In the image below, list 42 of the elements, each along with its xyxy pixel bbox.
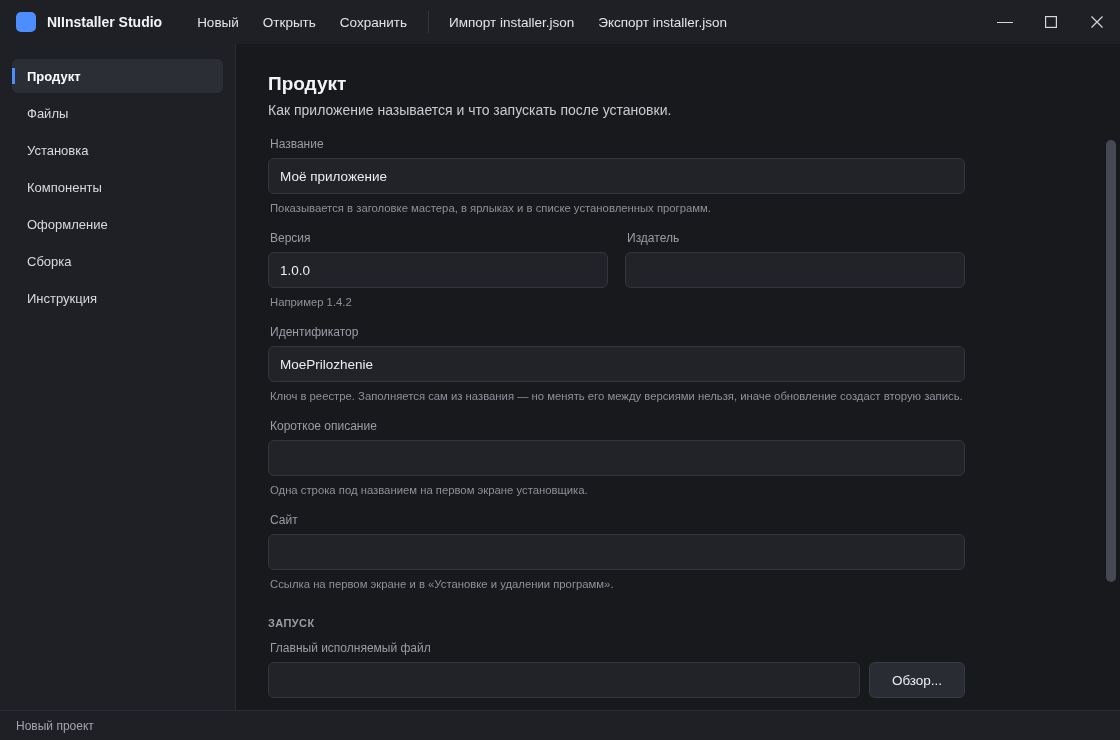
text-field[interactable]: [625, 252, 965, 288]
page-title: Продукт: [268, 72, 348, 96]
field-hint: Например 1.4.2: [269, 295, 352, 310]
scrollbar-thumb[interactable]: [1106, 140, 1116, 582]
field-hint: Одна строка под названием на первом экране установщика.: [269, 483, 588, 498]
sidebar-item[interactable]: Компоненты: [12, 170, 223, 204]
minimize-icon: [997, 21, 1013, 23]
sidebar-item[interactable]: Установка: [12, 133, 223, 167]
menu-button[interactable]: Сохранить: [327, 6, 419, 38]
sidebar-item[interactable]: Файлы: [12, 96, 223, 130]
status-text: Новый проект: [16, 718, 94, 733]
menu-button[interactable]: Импорт installer.json: [436, 6, 587, 38]
field-label: Название: [269, 136, 324, 152]
field-label: Сайт: [269, 512, 298, 528]
browse-button[interactable]: Обзор...: [869, 662, 965, 698]
field-label: Главный исполняемый файл: [269, 640, 431, 656]
file-path-field[interactable]: [268, 662, 860, 698]
sidebar-item[interactable]: Продукт: [12, 59, 223, 93]
field-hint: Ссылка на первом экране и в «Установке и удалении программ».: [269, 577, 614, 592]
text-field[interactable]: MoePrilozhenie: [268, 346, 965, 382]
field-label: Версия: [269, 230, 311, 246]
sidebar-item[interactable]: Сборка: [12, 244, 223, 278]
field-label: Идентификатор: [269, 324, 359, 340]
app-logo-icon: [16, 12, 36, 32]
menu-button[interactable]: Экспорт installer.json: [586, 6, 739, 38]
menu-button[interactable]: Открыть: [250, 6, 328, 38]
sidebar-item[interactable]: Оформление: [12, 207, 223, 241]
text-field[interactable]: 1.0.0: [268, 252, 608, 288]
app-title: NIInstaller Studio: [47, 14, 163, 30]
maximize-icon: [1045, 16, 1057, 28]
menu-button[interactable]: Новый: [185, 6, 251, 38]
page-subtitle: Как приложение называется и что запускать после установки.: [268, 101, 673, 120]
sidebar-item[interactable]: Инструкция: [12, 281, 223, 315]
text-field[interactable]: Моё приложение: [268, 158, 965, 194]
field-label: Издатель: [626, 230, 680, 246]
close-icon: [1091, 16, 1103, 28]
text-field[interactable]: [268, 440, 965, 476]
field-label: Короткое описание: [269, 418, 377, 434]
field-hint: Ключ в реестре. Заполняется сам из названия — но менять его между версиями нельзя, иначе обновление создаст вторую запись.: [269, 389, 963, 404]
text-field[interactable]: [268, 534, 965, 570]
section-heading: ЗАПУСК: [268, 616, 316, 631]
field-hint: Показывается в заголовке мастера, в ярлыках и в списке установленных программ.: [269, 201, 711, 216]
